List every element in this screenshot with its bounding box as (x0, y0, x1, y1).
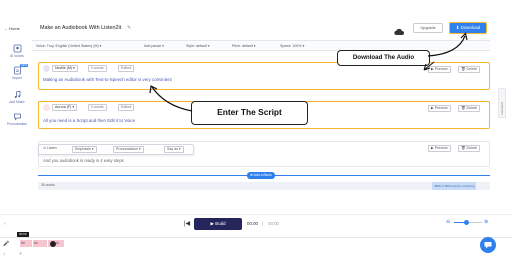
add-block-button[interactable]: ⊕ Add a Block (247, 172, 275, 179)
zoom-in-icon[interactable]: ⊕ (484, 219, 488, 225)
skip-back-icon[interactable]: |◀ (184, 220, 190, 227)
style-dropdown[interactable]: Style: default ▾ (186, 43, 210, 50)
speaker-avatar (43, 104, 50, 111)
speaker-selector[interactable]: Aurora (F) ▾ (52, 104, 78, 111)
callout-arrow-download (423, 32, 468, 71)
music-track-icon[interactable]: ♪ (3, 251, 6, 257)
time-separator: | (262, 221, 264, 226)
block-text[interactable]: Making an Audiobook with Text-to-Speech … (43, 77, 172, 82)
track-clip[interactable]: Au (33, 240, 47, 247)
add-pause-dropdown[interactable]: Add pause ▾ (144, 43, 164, 50)
timeline-marker: 00:00 (17, 232, 29, 237)
sidebar-item-import[interactable]: NEW Import (2, 64, 32, 80)
pronunciation-dropdown[interactable]: Pronunciation ▾ (113, 146, 144, 153)
timeline-ruler (0, 231, 512, 238)
block-text[interactable]: And you audiobook is ready in 4 easy ste… (43, 158, 124, 163)
word-count-bar (38, 182, 490, 190)
preview-button[interactable]: ▶ Preview (428, 145, 451, 152)
speed-dropdown[interactable]: Speed: 100% ▾ (280, 43, 304, 50)
feedback-label: Feedback (500, 101, 504, 115)
script-callout: Enter The Script (191, 101, 308, 125)
listen-button[interactable]: ⊙ Listen (41, 146, 59, 153)
speaker-avatar (43, 65, 50, 72)
delete-button[interactable]: 🗑 Delete (458, 105, 480, 112)
status-chip: Edited (118, 104, 135, 111)
preview-button[interactable]: ▶ Preview (428, 105, 451, 112)
left-sidebar: AI Voices NEW Import Add Music Pronuncia… (0, 40, 33, 130)
say-as-dropdown[interactable]: Say as ▾ (164, 146, 184, 153)
new-badge: NEW (20, 64, 29, 67)
callout-arrow-script (149, 85, 193, 112)
sidebar-item-add-music[interactable]: Add Music (2, 90, 32, 104)
sidebar-item-ai-voices[interactable]: AI Voices (2, 44, 32, 58)
total-time: 00:00 (268, 221, 279, 226)
voice-selector[interactable]: Voice: Troy, English (United States) (M)… (36, 43, 101, 50)
pitch-dropdown[interactable]: Pitch: default ▾ (232, 43, 256, 50)
current-time: 00:00 (247, 221, 258, 226)
delete-button[interactable]: 🗑 Delete (458, 145, 480, 152)
total-word-count: 36 words (41, 183, 55, 187)
status-chip: Edited (118, 65, 135, 72)
home-link[interactable]: ← Home (4, 26, 20, 31)
chat-icon[interactable] (480, 237, 496, 253)
voices-icon (13, 44, 22, 53)
word-count-chip: 0 words (88, 104, 107, 111)
mic-icon[interactable]: 🎤 (3, 241, 9, 247)
sidebar-item-pronunciation[interactable]: Pronunciation (2, 112, 32, 126)
add-track-icon[interactable]: + (19, 251, 22, 257)
block-text[interactable]: All you need is a Script and then Edit i… (43, 118, 135, 123)
build-button[interactable]: ▶ Build (194, 218, 242, 230)
words-remaining: 4865 of 5000 words remaining (432, 182, 477, 190)
music-icon (13, 90, 22, 99)
speaker-selector[interactable]: Neville (M) ▾ (52, 65, 78, 72)
edit-title-icon[interactable]: ✎ (127, 25, 131, 31)
track-record-icon[interactable] (50, 240, 56, 247)
emphasis-dropdown[interactable]: Emphasis ▾ (72, 146, 97, 153)
cloud-icon[interactable] (394, 23, 404, 36)
import-icon (13, 66, 22, 75)
zoom-out-icon[interactable]: ⊖ (446, 219, 450, 225)
pronunciation-icon (13, 112, 22, 121)
track-clip[interactable]: Ne (20, 240, 32, 247)
collapse-icon[interactable]: ‹ (4, 221, 6, 227)
document-title[interactable]: Make an Audiobook With Listen2it (40, 25, 121, 31)
feedback-tab[interactable]: Feedback (498, 88, 506, 118)
zoom-slider-handle[interactable] (464, 219, 469, 225)
download-callout: Download The Audio (337, 50, 430, 66)
word-count-chip: 0 words (88, 65, 107, 72)
